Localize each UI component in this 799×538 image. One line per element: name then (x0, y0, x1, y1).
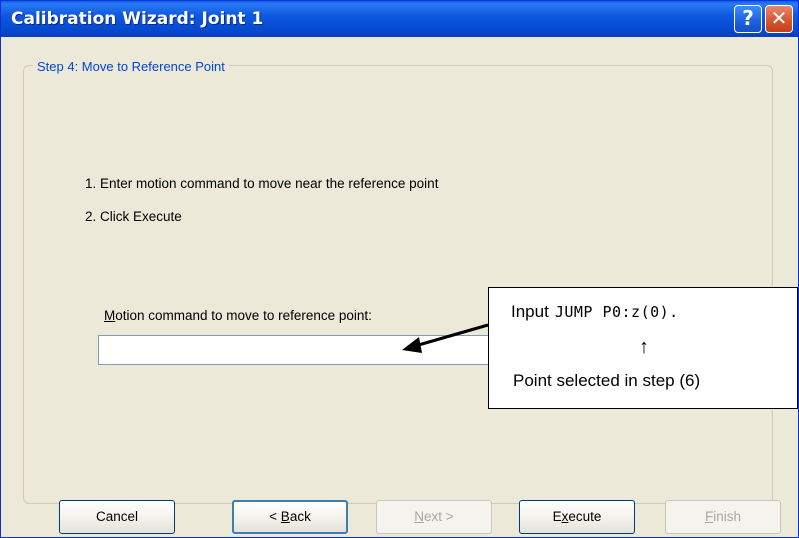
instruction-1: 1. Enter motion command to move near the… (85, 176, 439, 191)
motion-label-accel: M (104, 308, 116, 323)
next-label: Next > (414, 509, 453, 524)
back-button[interactable]: < Back (232, 500, 348, 534)
calibration-wizard-window: Calibration Wizard: Joint 1 ? ✕ Step 4: … (0, 0, 799, 538)
step-group-box (23, 65, 773, 504)
back-label: < Back (269, 509, 311, 524)
annotation-callout: Input JUMP P0:z(0). ↑ Point selected in s… (488, 287, 798, 409)
next-label-accel: N (414, 509, 425, 524)
step-title: Step 4: Move to Reference Point (33, 59, 229, 74)
back-label-rest: ack (289, 509, 311, 524)
callout-note: Point selected in step (6) (513, 371, 701, 390)
help-icon[interactable]: ? (734, 5, 762, 33)
next-label-rest: ext > (424, 509, 454, 524)
next-button[interactable]: Next > (376, 500, 492, 534)
instruction-2: 2. Click Execute (85, 209, 182, 224)
finish-button[interactable]: Finish (665, 500, 781, 534)
execute-label-pre: E (552, 509, 562, 524)
motion-label-text: otion command to move to reference point… (115, 308, 372, 323)
back-label-accel: B (280, 509, 290, 524)
finish-label-rest: inish (713, 509, 741, 524)
title-bar[interactable]: Calibration Wizard: Joint 1 ? ✕ (1, 1, 798, 37)
execute-button[interactable]: Execute (519, 500, 635, 534)
back-label-prefix: < (269, 509, 281, 524)
callout-prefix: Input (511, 302, 549, 321)
window-title: Calibration Wizard: Joint 1 (11, 9, 264, 29)
finish-label: Finish (705, 509, 741, 524)
finish-label-accel: F (704, 509, 714, 524)
cancel-button[interactable]: Cancel (59, 500, 175, 534)
motion-command-label: Motion command to move to reference poin… (104, 308, 372, 323)
motion-command-input[interactable] (98, 335, 518, 365)
execute-label: Execute (553, 509, 602, 524)
close-icon[interactable]: ✕ (765, 5, 793, 33)
execute-label-rest: ecute (568, 509, 602, 524)
callout-input-line: Input JUMP P0:z(0). (511, 302, 679, 322)
up-arrow-icon: ↑ (639, 336, 649, 358)
cancel-label: Cancel (95, 509, 139, 524)
callout-code: JUMP P0:z(0). (554, 303, 679, 321)
